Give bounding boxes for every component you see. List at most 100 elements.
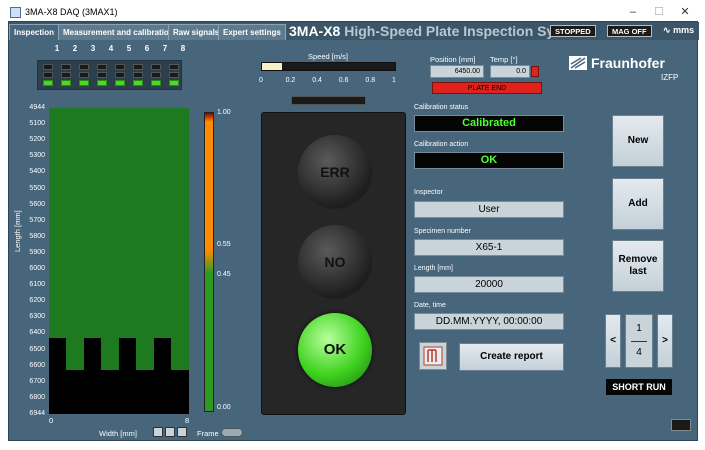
no-lamp: NO	[298, 225, 372, 299]
report-icon[interactable]	[419, 342, 447, 370]
length-map-plot	[49, 108, 189, 414]
length-map-svg	[49, 108, 189, 414]
speed-tick-label: 1	[392, 77, 396, 84]
length-tick-label: 5300	[29, 152, 45, 160]
temp-label: Temp [°]	[490, 55, 518, 64]
length-tick-label: 6700	[29, 377, 45, 385]
tab-inspection[interactable]: Inspection	[9, 24, 60, 40]
window-title: 3MA-X8 DAQ (3MAX1)	[25, 7, 118, 17]
channel-status-led	[115, 80, 125, 86]
specimen-field[interactable]: X65-1	[414, 239, 564, 256]
length-axis-label: Length [mm]	[13, 210, 22, 252]
calibration-action-value: OK	[414, 152, 564, 169]
plate-end-indicator: PLATE END	[432, 82, 542, 94]
app-title-main: 3MA-X8	[289, 23, 341, 39]
app-icon	[10, 7, 21, 18]
length-field[interactable]: 20000	[414, 276, 564, 293]
tab-measurement-calibration[interactable]: Measurement and calibration	[58, 24, 179, 40]
datetime-field[interactable]: DD.MM.YYYY, 00:00:00	[414, 313, 564, 330]
channel-status-led	[43, 80, 53, 86]
channel-led	[133, 64, 143, 70]
speed-tick-label: 0.2	[285, 77, 296, 84]
tab-expert-settings[interactable]: Expert settings	[218, 24, 286, 40]
channel-indicator-panel	[37, 60, 182, 90]
speed-bar	[261, 62, 396, 71]
pager-display: 1 4	[625, 314, 653, 368]
channel-led	[151, 72, 161, 78]
channel-led	[61, 64, 71, 70]
length-tick-label: 5600	[29, 200, 45, 208]
channel-led	[115, 64, 125, 70]
channel-led	[169, 72, 179, 78]
length-tick-label: 6500	[29, 345, 45, 353]
pager-prev-button[interactable]: <	[605, 314, 621, 368]
speed-label: Speed [m/s]	[308, 52, 349, 61]
colorbar-tick: 0.00	[217, 404, 231, 411]
tab-bar: Inspection Measurement and calibration R…	[9, 22, 699, 40]
new-button[interactable]: New	[612, 115, 664, 167]
frame-label: Frame	[197, 429, 219, 438]
channel-status-led	[61, 80, 71, 86]
length-tick-label: 5100	[29, 120, 45, 128]
length-label: Length [mm]	[414, 265, 453, 272]
pan-tool-icon[interactable]	[165, 427, 175, 437]
inspector-label: Inspector	[414, 189, 443, 196]
add-button[interactable]: Add	[612, 178, 664, 230]
specimen-label: Specimen number	[414, 228, 471, 235]
tab-raw-signals[interactable]: Raw signals	[168, 24, 225, 40]
length-tick-label: 5200	[29, 136, 45, 144]
minimize-button[interactable]: –	[620, 4, 646, 21]
channel-number: 1	[54, 44, 60, 53]
err-lamp: ERR	[298, 135, 372, 209]
speed-tick-label: 0	[259, 77, 263, 84]
position-label: Position [mm]	[430, 55, 476, 64]
length-tick-label: 5500	[29, 184, 45, 192]
width-axis-label: Width [mm]	[99, 429, 137, 438]
speed-tick-label: 0.4	[312, 77, 322, 84]
inspector-field[interactable]: User	[414, 201, 564, 218]
channel-led	[133, 72, 143, 78]
length-tick-label: 6944	[29, 410, 45, 417]
pager-total: 4	[636, 347, 642, 358]
datetime-label: Date, time	[414, 302, 446, 309]
close-button[interactable]: ✕	[672, 4, 698, 21]
status-mag-badge: MAG OFF	[607, 25, 652, 37]
length-tick-label: 6400	[29, 329, 45, 337]
length-tick-label: 6200	[29, 297, 45, 305]
length-tick-label: 6800	[29, 393, 45, 401]
maximize-button[interactable]: ☐	[646, 4, 672, 21]
speed-indicator-panel	[291, 96, 366, 105]
length-tick-label: 4944	[29, 104, 45, 111]
pager-current: 1	[636, 323, 642, 334]
x-tick-end: 8	[185, 416, 190, 425]
ok-lamp: OK	[298, 313, 372, 387]
channel-number: 5	[126, 44, 132, 53]
main-panel: Inspection Measurement and calibration R…	[8, 21, 699, 441]
remove-last-button[interactable]: Remove last	[612, 240, 664, 292]
pager-next-button[interactable]: >	[657, 314, 673, 368]
length-tick-label: 6000	[29, 265, 45, 273]
channel-led	[151, 64, 161, 70]
channel-number: 8	[180, 44, 186, 53]
frame-toggle[interactable]	[221, 428, 243, 437]
x-tick-start: 0	[49, 416, 54, 425]
channel-led	[61, 72, 71, 78]
create-report-button[interactable]: Create report	[459, 343, 564, 371]
position-value: 6450.00	[430, 65, 484, 78]
short-run-indicator: SHORT RUN	[606, 379, 672, 395]
channel-number: 3	[90, 44, 96, 53]
channel-status-led	[97, 80, 107, 86]
channel-led	[97, 64, 107, 70]
channel-led	[79, 64, 89, 70]
keyboard-icon[interactable]	[671, 419, 691, 431]
app-title: 3MA-X8 High-Speed Plate Inspection Syste…	[289, 23, 587, 39]
status-stopped-badge: STOPPED	[550, 25, 596, 37]
reset-view-icon[interactable]	[177, 427, 187, 437]
colorbar-tick: 0.55	[217, 241, 231, 248]
colorbar-tick: 0.45	[217, 271, 231, 278]
channel-led	[97, 72, 107, 78]
speed-tick-label: 0.6	[338, 77, 349, 84]
channel-number: 6	[144, 44, 150, 53]
zoom-tool-icon[interactable]	[153, 427, 163, 437]
fraunhofer-logo: Fraunhofer IZFP	[569, 52, 689, 88]
